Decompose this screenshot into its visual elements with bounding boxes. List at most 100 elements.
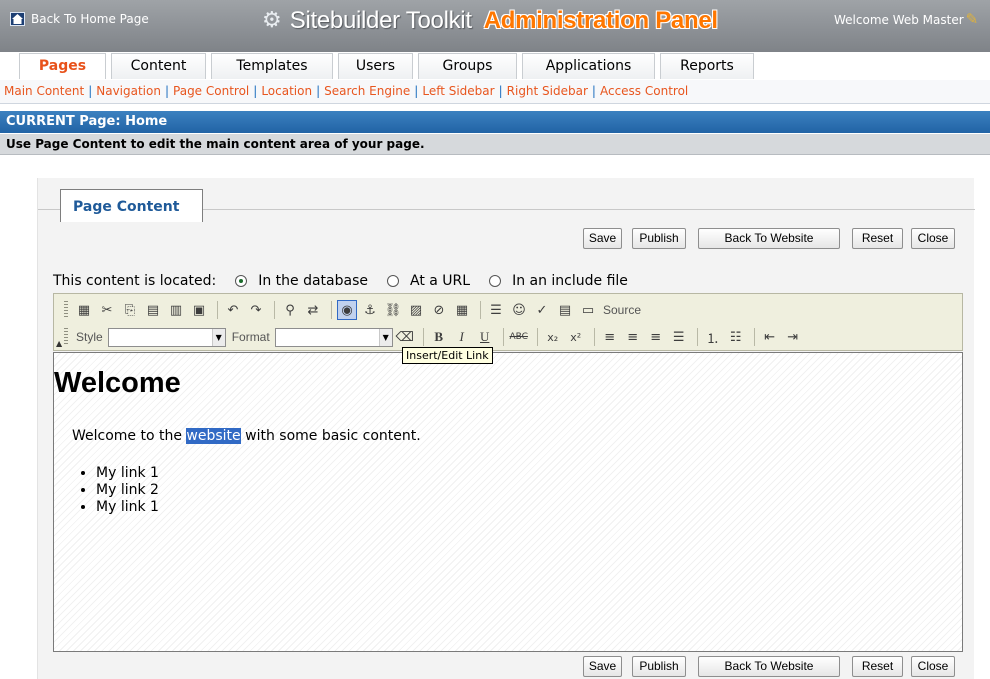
reset-button[interactable]: Reset <box>852 228 903 249</box>
back-to-website-button-bottom[interactable]: Back To Website <box>698 656 840 677</box>
align-justify-icon[interactable]: ☰ <box>669 327 689 347</box>
indent-icon[interactable]: ⇥ <box>783 327 803 347</box>
page-content-panel: Page Content Save Publish Back To Websit… <box>37 178 975 679</box>
undo-icon[interactable]: ↶ <box>223 300 243 320</box>
back-to-home-link[interactable]: Back To Home Page <box>10 12 149 26</box>
radio-url[interactable] <box>386 275 399 287</box>
anchor-icon[interactable]: ⚓ <box>360 300 380 320</box>
outdent-icon[interactable]: ⇤ <box>760 327 780 347</box>
subnav-main-content[interactable]: Main Content <box>4 84 84 98</box>
format-label: Format <box>231 330 270 344</box>
gear-icon: ⚙ <box>262 8 282 33</box>
remove-format-icon[interactable]: ⌫ <box>395 327 415 347</box>
toolbar-row-1: ▦ ✂ ⎘ ▤ ▥ ▣ ↶ ↷ ⚲ ⇄ ◉ ⚓ ⛓ ▨ ⊘ ▦ ☰ ☺ ✓ ▤ … <box>54 297 962 323</box>
subnav-page-control[interactable]: Page Control <box>173 84 249 98</box>
unlink-icon[interactable]: ⛓ <box>383 300 403 320</box>
source-icon[interactable]: ▭ <box>578 300 598 320</box>
spellcheck-icon[interactable]: ✓ <box>532 300 552 320</box>
subscript-icon[interactable]: x₂ <box>543 327 563 347</box>
tab-pages[interactable]: Pages <box>19 53 106 79</box>
format-select[interactable]: ▼ <box>274 327 393 347</box>
chevron-down-icon[interactable]: ▼ <box>211 328 225 346</box>
close-button[interactable]: Close <box>911 228 955 249</box>
toolbar-row-2: Style ▼ Format ▼ ⌫ B I U ABC x₂ x² ≡ ≡ ≡ <box>54 324 962 350</box>
paste-icon[interactable]: ▤ <box>143 300 163 320</box>
insert-link-tooltip: Insert/Edit Link <box>402 347 493 364</box>
align-right-icon[interactable]: ≡ <box>646 327 666 347</box>
subnav-location[interactable]: Location <box>261 84 312 98</box>
list-item: My link 1 <box>96 465 159 482</box>
copy-icon[interactable]: ⎘ <box>120 300 140 320</box>
horizontal-rule-icon[interactable]: ☰ <box>486 300 506 320</box>
replace-icon[interactable]: ⇄ <box>303 300 323 320</box>
publish-button-bottom[interactable]: Publish <box>632 656 686 677</box>
subnav-navigation[interactable]: Navigation <box>96 84 161 98</box>
radio-include-file[interactable] <box>489 275 502 287</box>
radio-include-file-label[interactable]: In an include file <box>512 273 628 289</box>
tab-content[interactable]: Content <box>111 53 206 79</box>
content-list: My link 1 My link 2 My link 1 <box>62 465 159 516</box>
image-icon[interactable]: ▨ <box>406 300 426 320</box>
numbered-list-icon[interactable]: ⒈ <box>703 327 723 347</box>
tab-reports[interactable]: Reports <box>660 53 754 79</box>
italic-icon[interactable]: I <box>452 327 472 347</box>
paragraph-text-start: Welcome to the <box>72 428 187 444</box>
tab-templates[interactable]: Templates <box>211 53 333 79</box>
save-button[interactable]: Save <box>583 228 622 249</box>
radio-database[interactable] <box>235 275 248 287</box>
welcome-text: Welcome Web Master <box>834 12 964 27</box>
editor-toolbar: ▦ ✂ ⎘ ▤ ▥ ▣ ↶ ↷ ⚲ ⇄ ◉ ⚓ ⛓ ▨ ⊘ ▦ ☰ ☺ ✓ ▤ … <box>53 293 963 351</box>
source-label[interactable]: Source <box>603 303 641 317</box>
editor-content-area[interactable]: Welcome Welcome to the website with some… <box>53 352 963 652</box>
cut-icon[interactable]: ✂ <box>97 300 117 320</box>
pencil-icon[interactable]: ✎ <box>966 12 979 27</box>
align-center-icon[interactable]: ≡ <box>623 327 643 347</box>
superscript-icon[interactable]: x² <box>566 327 586 347</box>
brand-name: Sitebuilder Toolkit <box>289 7 472 34</box>
strikethrough-icon[interactable]: ABC <box>509 327 529 347</box>
insert-link-icon[interactable]: ◉ <box>337 300 357 320</box>
find-icon[interactable]: ⚲ <box>280 300 300 320</box>
home-icon <box>10 12 25 26</box>
bold-icon[interactable]: B <box>429 327 449 347</box>
content-location: This content is located: In the database… <box>53 273 628 289</box>
table-icon[interactable]: ▦ <box>452 300 472 320</box>
close-button-bottom[interactable]: Close <box>911 656 955 677</box>
style-select[interactable]: ▼ <box>107 327 226 347</box>
tab-groups[interactable]: Groups <box>418 53 517 79</box>
save-button-bottom[interactable]: Save <box>583 656 622 677</box>
brand: ⚙ Sitebuilder Toolkit Administration Pan… <box>262 7 718 35</box>
reset-button-bottom[interactable]: Reset <box>852 656 903 677</box>
collapse-toolbar-icon[interactable]: ▲ <box>56 339 62 348</box>
align-left-icon[interactable]: ≡ <box>600 327 620 347</box>
current-page-bar: CURRENT Page: Home <box>0 111 990 133</box>
paste-text-icon[interactable]: ▥ <box>166 300 186 320</box>
preview-icon[interactable]: ▦ <box>74 300 94 320</box>
brand-admin-title: Administration Panel <box>483 7 718 34</box>
style-label: Style <box>76 330 103 344</box>
location-label: This content is located: <box>53 273 217 289</box>
underline-icon[interactable]: U <box>475 327 495 347</box>
subnav-access-control[interactable]: Access Control <box>600 84 688 98</box>
flash-icon[interactable]: ⊘ <box>429 300 449 320</box>
tab-page-content[interactable]: Page Content <box>60 189 203 222</box>
back-to-website-button[interactable]: Back To Website <box>698 228 840 249</box>
radio-url-label[interactable]: At a URL <box>410 273 470 289</box>
sub-navigation: Main Content | Navigation | Page Control | Loc… <box>0 80 990 104</box>
publish-button[interactable]: Publish <box>632 228 686 249</box>
bullet-list-icon[interactable]: ☷ <box>726 327 746 347</box>
smiley-icon[interactable]: ☺ <box>509 300 529 320</box>
subnav-right-sidebar[interactable]: Right Sidebar <box>507 84 588 98</box>
subnav-left-sidebar[interactable]: Left Sidebar <box>422 84 494 98</box>
top-header: Back To Home Page ⚙ Sitebuilder Toolkit … <box>0 0 990 52</box>
tab-applications[interactable]: Applications <box>522 53 655 79</box>
template-icon[interactable]: ▤ <box>555 300 575 320</box>
subnav-search-engine[interactable]: Search Engine <box>324 84 410 98</box>
back-to-home-label: Back To Home Page <box>31 12 149 26</box>
chevron-down-icon[interactable]: ▼ <box>378 328 392 346</box>
redo-icon[interactable]: ↷ <box>246 300 266 320</box>
radio-database-label[interactable]: In the database <box>258 273 368 289</box>
content-heading: Welcome <box>54 367 181 399</box>
paste-word-icon[interactable]: ▣ <box>189 300 209 320</box>
tab-users[interactable]: Users <box>338 53 413 79</box>
